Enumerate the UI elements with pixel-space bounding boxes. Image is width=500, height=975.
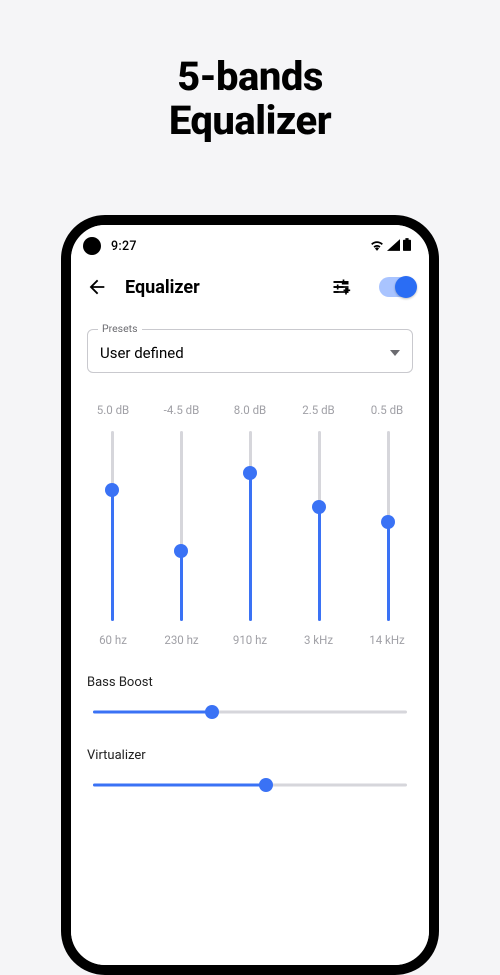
preset-value: User defined (100, 344, 184, 362)
eq-db-label: 0.5 dB (367, 403, 407, 417)
eq-band-slider[interactable] (381, 431, 395, 621)
status-time: 9:27 (111, 239, 137, 254)
slider-thumb (243, 466, 257, 480)
content-area: Presets User defined 5.0 dB -4.5 dB 8.0 dB… (71, 309, 429, 793)
eq-hz-label: 910 hz (230, 633, 270, 647)
eq-hz-label: 3 kHz (299, 633, 339, 647)
status-right (370, 238, 411, 254)
eq-band-slider[interactable] (243, 431, 257, 621)
virtualizer-label: Virtualizer (87, 748, 413, 763)
eq-sliders (91, 431, 409, 621)
app-bar: Equalizer (71, 261, 429, 309)
signal-icon (387, 239, 400, 254)
bass-boost-slider[interactable] (93, 704, 407, 720)
preset-legend: Presets (98, 322, 142, 335)
eq-db-labels: 5.0 dB -4.5 dB 8.0 dB 2.5 dB 0.5 dB (91, 403, 409, 417)
eq-hz-labels: 60 hz 230 hz 910 hz 3 kHz 14 kHz (91, 633, 409, 647)
slider-fill (318, 507, 321, 621)
chevron-down-icon (390, 350, 400, 356)
settings-tune-button[interactable] (329, 275, 353, 299)
equalizer-bands: 5.0 dB -4.5 dB 8.0 dB 2.5 dB 0.5 dB 60 hz 230… (87, 403, 413, 647)
arrow-back-icon (86, 276, 108, 298)
equalizer-toggle[interactable] (379, 277, 415, 297)
headline-line2: Equalizer (0, 99, 500, 143)
camera-cutout (83, 237, 101, 255)
back-button[interactable] (85, 275, 109, 299)
status-bar: 9:27 (71, 225, 429, 261)
battery-icon (403, 238, 411, 254)
headline-line1: 5-bands (0, 55, 500, 99)
slider-fill (93, 711, 212, 714)
page-title: Equalizer (125, 277, 313, 298)
slider-thumb (312, 500, 326, 514)
eq-hz-label: 60 hz (93, 633, 133, 647)
wifi-icon (370, 239, 384, 254)
bass-boost-label: Bass Boost (87, 675, 413, 690)
status-left: 9:27 (83, 237, 137, 255)
slider-fill (180, 551, 183, 621)
virtualizer-section: Virtualizer (87, 748, 413, 793)
phone-screen: 9:27 Equalizer (71, 225, 429, 965)
slider-thumb (105, 483, 119, 497)
eq-db-label: 5.0 dB (93, 403, 133, 417)
eq-hz-label: 230 hz (162, 633, 202, 647)
eq-hz-label: 14 kHz (367, 633, 407, 647)
eq-band-slider[interactable] (105, 431, 119, 621)
slider-thumb (259, 778, 273, 792)
eq-band-slider[interactable] (312, 431, 326, 621)
slider-thumb (174, 544, 188, 558)
preset-dropdown[interactable]: Presets User defined (87, 329, 413, 373)
toggle-thumb (395, 276, 417, 298)
eq-db-label: 8.0 dB (230, 403, 270, 417)
tune-icon (331, 277, 351, 297)
slider-fill (111, 490, 114, 621)
eq-db-label: 2.5 dB (299, 403, 339, 417)
bass-boost-section: Bass Boost (87, 675, 413, 720)
slider-thumb (381, 515, 395, 529)
slider-fill (93, 784, 266, 787)
phone-frame: 9:27 Equalizer (61, 215, 439, 975)
promo-headline: 5-bands Equalizer (0, 0, 500, 143)
slider-thumb (205, 705, 219, 719)
slider-fill (387, 522, 390, 621)
eq-db-label: -4.5 dB (162, 403, 202, 417)
slider-fill (249, 473, 252, 621)
virtualizer-slider[interactable] (93, 777, 407, 793)
eq-band-slider[interactable] (174, 431, 188, 621)
